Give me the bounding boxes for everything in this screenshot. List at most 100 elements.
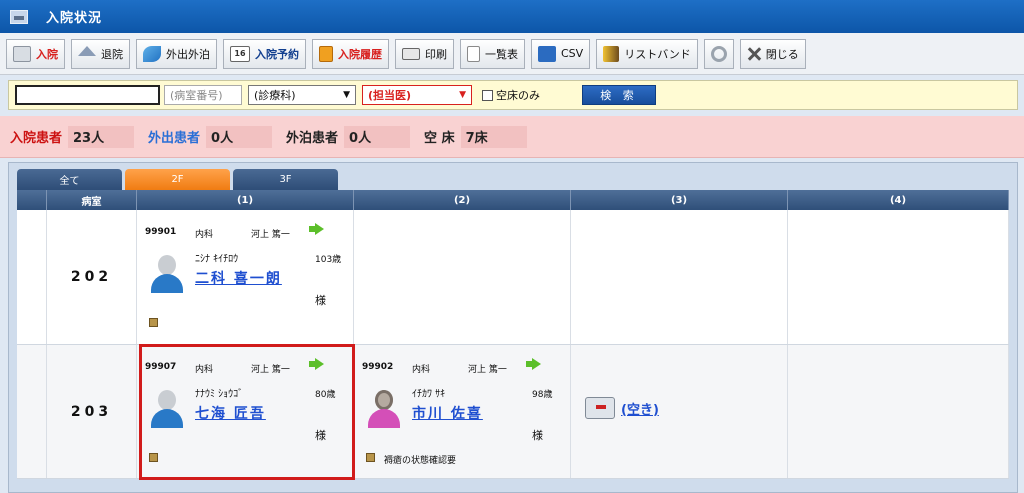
patient-name-link[interactable]: 市川 佐喜 <box>412 403 483 423</box>
vacant-bed[interactable]: (空き) <box>585 397 659 419</box>
header-bed-1: (1) <box>137 190 354 210</box>
patient-id: 99901 <box>145 227 177 237</box>
bed-cell[interactable]: 99901 内科 河上 篤一 ﾆｼﾅ ｷｲﾁﾛｳ 103歳 二科 喜一朗 様 <box>137 210 354 344</box>
outing-label: 外出外泊 <box>166 47 210 61</box>
tab-all[interactable]: 全て <box>17 169 122 190</box>
bed-cell-empty <box>354 210 571 344</box>
bed-cell-empty <box>571 210 788 344</box>
bed-cell[interactable]: 99902 内科 河上 篤一 ｲﾁｶﾜ ｻｷ 98歳 市川 佐喜 様 褥瘡の状態… <box>354 345 571 478</box>
print-button[interactable]: 印刷 <box>395 38 454 69</box>
memo-icon[interactable] <box>149 453 158 462</box>
csv-button[interactable]: CSV <box>531 38 591 69</box>
patient-kana-name: ﾅﾅｳﾐ ｼｮｳｺﾞ <box>195 389 244 400</box>
admission-history-button[interactable]: 入院履歴 <box>312 38 389 69</box>
bed-cell[interactable]: (空き) <box>571 345 788 478</box>
tab-2f[interactable]: 2F <box>125 169 230 190</box>
overnight-patients-label: 外泊患者 <box>286 131 339 146</box>
patient-name-link[interactable]: 七海 匠吾 <box>195 403 266 423</box>
department-select-value: (診療科) <box>254 89 296 102</box>
reservation-label: 入院予約 <box>255 47 299 61</box>
floor-tabs: 全て 2F 3F <box>17 169 341 190</box>
document-icon <box>467 45 480 62</box>
close-icon <box>747 47 761 61</box>
attending-doctor: 河上 篤一 <box>468 365 507 375</box>
bed-icon <box>13 45 31 62</box>
admit-label: 入院 <box>36 47 58 61</box>
bed-cell-empty <box>788 210 1009 344</box>
outing-icon <box>143 45 161 62</box>
home-icon <box>78 45 96 56</box>
patient-kana-name: ﾆｼﾅ ｷｲﾁﾛｳ <box>195 254 239 265</box>
vacant-bed-link[interactable]: (空き) <box>621 399 659 418</box>
overnight-patients-count: 0人 <box>344 125 411 148</box>
admit-button[interactable]: 入院 <box>6 38 65 69</box>
memo-icon[interactable] <box>366 453 375 462</box>
outing-patients-label: 外出患者 <box>148 131 201 146</box>
table-row: 203 99907 内科 河上 篤一 ﾅﾅｳﾐ ｼｮｳｺﾞ 80歳 七海 匠吾 … <box>17 344 1009 480</box>
honorific: 様 <box>315 294 326 307</box>
row-spacer <box>17 345 47 478</box>
room-number: 203 <box>47 345 137 478</box>
patient-department: 内科 <box>412 365 431 375</box>
vacant-only-checkbox[interactable]: 空床のみ <box>482 87 540 103</box>
patient-note: 褥瘡の状態確認要 <box>384 456 457 466</box>
census-summary: 入院患者 23人 外出患者 0人 外泊患者 0人 空 床 7床 <box>0 116 1024 158</box>
search-button[interactable]: 検 索 <box>582 85 656 105</box>
honorific: 様 <box>532 429 543 442</box>
vacant-only-label: 空床のみ <box>496 89 540 102</box>
avatar-head <box>375 390 393 410</box>
avatar-body <box>151 274 183 293</box>
female-patient-avatar <box>366 390 402 428</box>
patient-card[interactable]: 99902 内科 河上 篤一 ｲﾁｶﾜ ｻｷ 98歳 市川 佐喜 様 褥瘡の状態… <box>354 345 570 478</box>
list-label: 一覧表 <box>485 47 518 61</box>
settings-button[interactable] <box>703 38 734 69</box>
keyword-input[interactable] <box>15 85 160 105</box>
avatar-body <box>151 409 183 428</box>
grid-header: 病室 (1) (2) (3) (4) <box>17 190 1009 210</box>
patient-card[interactable]: 99907 内科 河上 篤一 ﾅﾅｳﾐ ｼｮｳｺﾞ 80歳 七海 匠吾 様 <box>137 345 353 478</box>
patient-name-link[interactable]: 二科 喜一朗 <box>195 268 282 288</box>
room-number-input[interactable]: (病室番号) <box>164 85 242 105</box>
arrow-right-icon[interactable] <box>526 358 541 370</box>
patient-age: 98歳 <box>532 390 553 400</box>
attending-doctor: 河上 篤一 <box>251 230 290 240</box>
header-spacer <box>17 190 47 210</box>
arrow-right-icon[interactable] <box>309 223 324 235</box>
header-bed-3: (3) <box>571 190 788 210</box>
bed-cell-empty <box>788 345 1009 478</box>
patient-id: 99902 <box>362 362 394 372</box>
bed-cell[interactable]: 99907 内科 河上 篤一 ﾅﾅｳﾐ ｼｮｳｺﾞ 80歳 七海 匠吾 様 <box>137 344 355 480</box>
chevron-down-icon: ▼ <box>459 90 466 100</box>
empty-bed-icon <box>585 397 615 419</box>
checkbox-box[interactable] <box>482 89 493 101</box>
csv-label: CSV <box>561 47 584 60</box>
close-label: 閉じる <box>765 47 799 61</box>
avatar-body <box>368 409 400 428</box>
admission-reservation-button[interactable]: 16 入院予約 <box>223 38 306 69</box>
male-patient-avatar <box>149 255 185 293</box>
close-button[interactable]: 閉じる <box>739 38 806 69</box>
wristband-icon <box>603 45 620 62</box>
patient-department: 内科 <box>195 365 214 375</box>
list-button[interactable]: 一覧表 <box>460 38 525 69</box>
patient-card[interactable]: 99901 内科 河上 篤一 ﾆｼﾅ ｷｲﾁﾛｳ 103歳 二科 喜一朗 様 <box>137 210 353 344</box>
window-title: 入院状況 <box>46 11 103 26</box>
wristband-label: リストバンド <box>624 47 691 61</box>
avatar-head <box>158 390 176 410</box>
patient-id: 99907 <box>145 362 177 372</box>
header-bed-4: (4) <box>788 190 1009 210</box>
wristband-button[interactable]: リストバンド <box>596 38 698 69</box>
header-bed-2: (2) <box>354 190 571 210</box>
tab-3f[interactable]: 3F <box>233 169 338 190</box>
arrow-right-icon[interactable] <box>309 358 324 370</box>
header-room: 病室 <box>47 190 137 210</box>
male-patient-avatar <box>149 390 185 428</box>
discharge-button[interactable]: 退院 <box>71 38 130 69</box>
memo-icon[interactable] <box>149 318 158 327</box>
outing-button[interactable]: 外出外泊 <box>136 38 217 69</box>
department-select[interactable]: (診療科) ▼ <box>248 85 356 105</box>
doctor-select[interactable]: (担当医) ▼ <box>362 85 472 105</box>
csv-export-icon <box>538 45 556 62</box>
title-bar: 入院状況 <box>0 0 1024 33</box>
vacant-beds-count: 7床 <box>460 125 527 148</box>
